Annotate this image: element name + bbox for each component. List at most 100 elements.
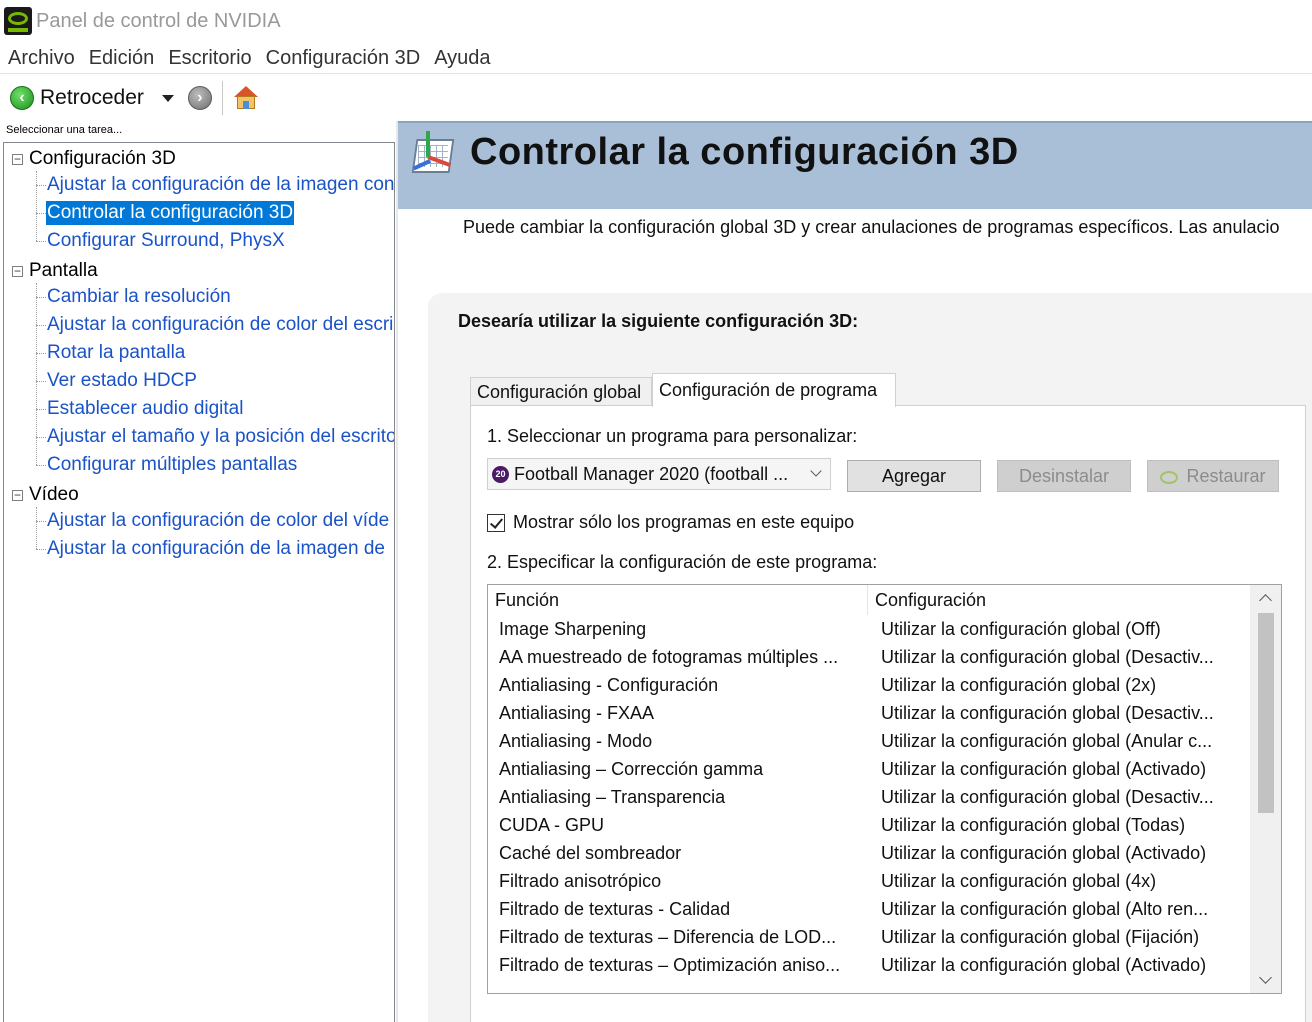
settings-rows: Image Sharpening Utilizar la configuració…	[488, 615, 1250, 979]
tree-item-label: Ajustar la configuración de color del ví…	[47, 510, 390, 531]
feature-cell: Antialiasing - FXAA	[499, 702, 655, 723]
tree-item-label: Ajustar la configuración de color del es…	[47, 314, 394, 335]
setting-cell[interactable]: Utilizar la configuración global (Fijaci…	[868, 927, 1250, 948]
feature-cell: Antialiasing - Configuración	[499, 674, 719, 695]
table-row[interactable]: Antialiasing - Configuración Utilizar la …	[488, 671, 1250, 699]
show-local-programs-option[interactable]: Mostrar sólo los programas en este equip…	[487, 512, 854, 533]
menu-edicion[interactable]: Edición	[82, 43, 162, 73]
tab-program-settings[interactable]: Configuración de programa	[652, 373, 896, 407]
page-header: Controlar la configuración 3D	[398, 121, 1312, 209]
tree-category-display[interactable]: − Pantalla	[4, 257, 394, 285]
table-row[interactable]: Filtrado de texturas - Calidad Utilizar l…	[488, 895, 1250, 923]
feature-cell: Filtrado de texturas – Optimización anis…	[499, 954, 841, 975]
table-row[interactable]: Filtrado de texturas – Optimización anis…	[488, 951, 1250, 979]
settings-list[interactable]: Función Configuración Image Sharpening Ut…	[487, 584, 1282, 994]
feature-cell: Filtrado de texturas – Diferencia de LOD…	[499, 926, 837, 947]
tree-item-resolution[interactable]: Cambiar la resolución	[4, 283, 394, 311]
forward-arrow-icon[interactable]: ›	[187, 86, 212, 110]
setting-cell[interactable]: Utilizar la configuración global (Activa…	[868, 955, 1250, 976]
setting-cell[interactable]: Utilizar la configuración global (Desact…	[868, 647, 1250, 668]
task-panel-caption: Seleccionar una tarea...	[6, 124, 123, 136]
collapse-icon[interactable]: −	[12, 489, 23, 501]
tree-item-label-selected: Controlar la configuración 3D	[46, 201, 295, 225]
restore-button[interactable]: Restaurar	[1147, 460, 1279, 492]
scroll-down-icon[interactable]	[1250, 967, 1281, 993]
setting-cell[interactable]: Utilizar la configuración global (Alto r…	[868, 899, 1250, 920]
table-row[interactable]: Antialiasing - Modo Utilizar la configura…	[488, 727, 1250, 755]
setting-cell[interactable]: Utilizar la configuración global (Off)	[868, 619, 1250, 640]
tab-global-settings[interactable]: Configuración global	[470, 377, 652, 407]
tree-category-label: Configuración 3D	[29, 148, 176, 169]
tree-item-multiple-displays[interactable]: Configurar múltiples pantallas	[4, 451, 394, 479]
column-header-setting[interactable]: Configuración	[868, 585, 1250, 615]
setting-cell[interactable]: Utilizar la configuración global (Activa…	[868, 759, 1250, 780]
tree-category-label: Pantalla	[29, 260, 98, 281]
nvidia-restore-icon	[1160, 470, 1179, 484]
toolbar: ‹ Retroceder ›	[0, 75, 1312, 121]
toolbar-separator	[221, 81, 223, 115]
tree-item-label: Ver estado HDCP	[47, 370, 197, 391]
table-row[interactable]: CUDA - GPU Utilizar la configuración glob…	[488, 811, 1250, 839]
collapse-icon[interactable]: −	[12, 265, 23, 277]
setting-cell[interactable]: Utilizar la configuración global (Anular…	[868, 731, 1250, 752]
table-row[interactable]: Image Sharpening Utilizar la configuració…	[488, 615, 1250, 643]
menu-escritorio[interactable]: Escritorio	[161, 43, 258, 73]
table-row[interactable]: Filtrado de texturas – Diferencia de LOD…	[488, 923, 1250, 951]
feature-cell: Filtrado anisotrópico	[499, 870, 662, 891]
tree-category-video[interactable]: − Vídeo	[4, 481, 394, 509]
table-row[interactable]: Antialiasing – Corrección gamma Utilizar …	[488, 755, 1250, 783]
setting-cell[interactable]: Utilizar la configuración global (2x)	[868, 675, 1250, 696]
list-scrollbar[interactable]	[1250, 585, 1281, 993]
feature-cell: Antialiasing – Corrección gamma	[499, 758, 764, 779]
setting-cell[interactable]: Utilizar la configuración global (Todas)	[868, 815, 1250, 836]
tree-item-label: Ajustar la configuración de la imagen de	[47, 538, 385, 559]
tree-item-video-color[interactable]: Ajustar la configuración de color del ví…	[4, 507, 394, 535]
tree-item-manage-3d[interactable]: Controlar la configuración 3D	[4, 199, 394, 227]
history-dropdown-icon[interactable]	[161, 94, 174, 102]
tree-item-desktop-color[interactable]: Ajustar la configuración de color del es…	[4, 311, 394, 339]
tree-item-hdcp[interactable]: Ver estado HDCP	[4, 367, 394, 395]
main-content: Controlar la configuración 3D Puede camb…	[398, 121, 1312, 1022]
home-icon[interactable]	[233, 85, 259, 111]
table-row[interactable]: Filtrado anisotrópico Utilizar la configu…	[488, 867, 1250, 895]
tree-category-label: Vídeo	[29, 484, 79, 505]
tree-item-digital-audio[interactable]: Establecer audio digital	[4, 395, 394, 423]
table-row[interactable]: Caché del sombreador Utilizar la configur…	[488, 839, 1250, 867]
page-title: Controlar la configuración 3D	[470, 131, 1019, 173]
back-button[interactable]: ‹ Retroceder	[10, 80, 144, 116]
setting-cell[interactable]: Utilizar la configuración global (4x)	[868, 871, 1250, 892]
feature-cell: Antialiasing - Modo	[499, 730, 653, 751]
tree-item-label: Ajustar la configuración de la imagen co…	[47, 174, 395, 195]
tree-item-video-image[interactable]: Ajustar la configuración de la imagen de	[4, 535, 394, 563]
add-button[interactable]: Agregar	[847, 460, 981, 492]
tree-item-adjust-image[interactable]: Ajustar la configuración de la imagen co…	[4, 171, 394, 199]
tree-item-surround-physx[interactable]: Configurar Surround, PhysX	[4, 227, 394, 255]
setting-cell[interactable]: Utilizar la configuración global (Desact…	[868, 703, 1250, 724]
program-dropdown[interactable]: 20 Football Manager 2020 (football ...	[487, 458, 831, 490]
setting-cell[interactable]: Utilizar la configuración global (Activa…	[868, 843, 1250, 864]
setting-cell[interactable]: Utilizar la configuración global (Desact…	[868, 787, 1250, 808]
nvidia-logo-icon	[4, 7, 32, 35]
scroll-thumb[interactable]	[1258, 613, 1274, 813]
tree-item-rotate[interactable]: Rotar la pantalla	[4, 339, 394, 367]
menu-ayuda[interactable]: Ayuda	[427, 43, 497, 73]
step1-label: 1. Seleccionar un programa para personal…	[487, 426, 858, 446]
feature-cell: AA muestreado de fotogramas múltiples ..…	[499, 646, 839, 667]
list-header: Función Configuración	[488, 585, 1250, 615]
show-local-programs-checkbox[interactable]	[487, 513, 505, 532]
task-tree: − Configuración 3D Ajustar la configurac…	[3, 142, 395, 1022]
tree-item-desktop-size[interactable]: Ajustar el tamaño y la posición del escr…	[4, 423, 394, 451]
menu-archivo[interactable]: Archivo	[0, 43, 82, 73]
table-row[interactable]: Antialiasing - FXAA Utilizar la configura…	[488, 699, 1250, 727]
program-settings-pane: 1. Seleccionar un programa para personal…	[470, 405, 1306, 1022]
menu-bar: Archivo Edición Escritorio Configuración…	[0, 42, 1312, 74]
tree-category-3d[interactable]: − Configuración 3D	[4, 145, 394, 173]
collapse-icon[interactable]: −	[12, 153, 23, 165]
table-row[interactable]: Antialiasing – Transparencia Utilizar la …	[488, 783, 1250, 811]
scroll-up-icon[interactable]	[1250, 585, 1281, 611]
column-header-feature[interactable]: Función	[488, 585, 868, 615]
table-row[interactable]: AA muestreado de fotogramas múltiples ..…	[488, 643, 1250, 671]
remove-button[interactable]: Desinstalar	[997, 460, 1131, 492]
menu-configuracion-3d[interactable]: Configuración 3D	[259, 43, 428, 73]
feature-cell: Image Sharpening	[499, 618, 647, 639]
